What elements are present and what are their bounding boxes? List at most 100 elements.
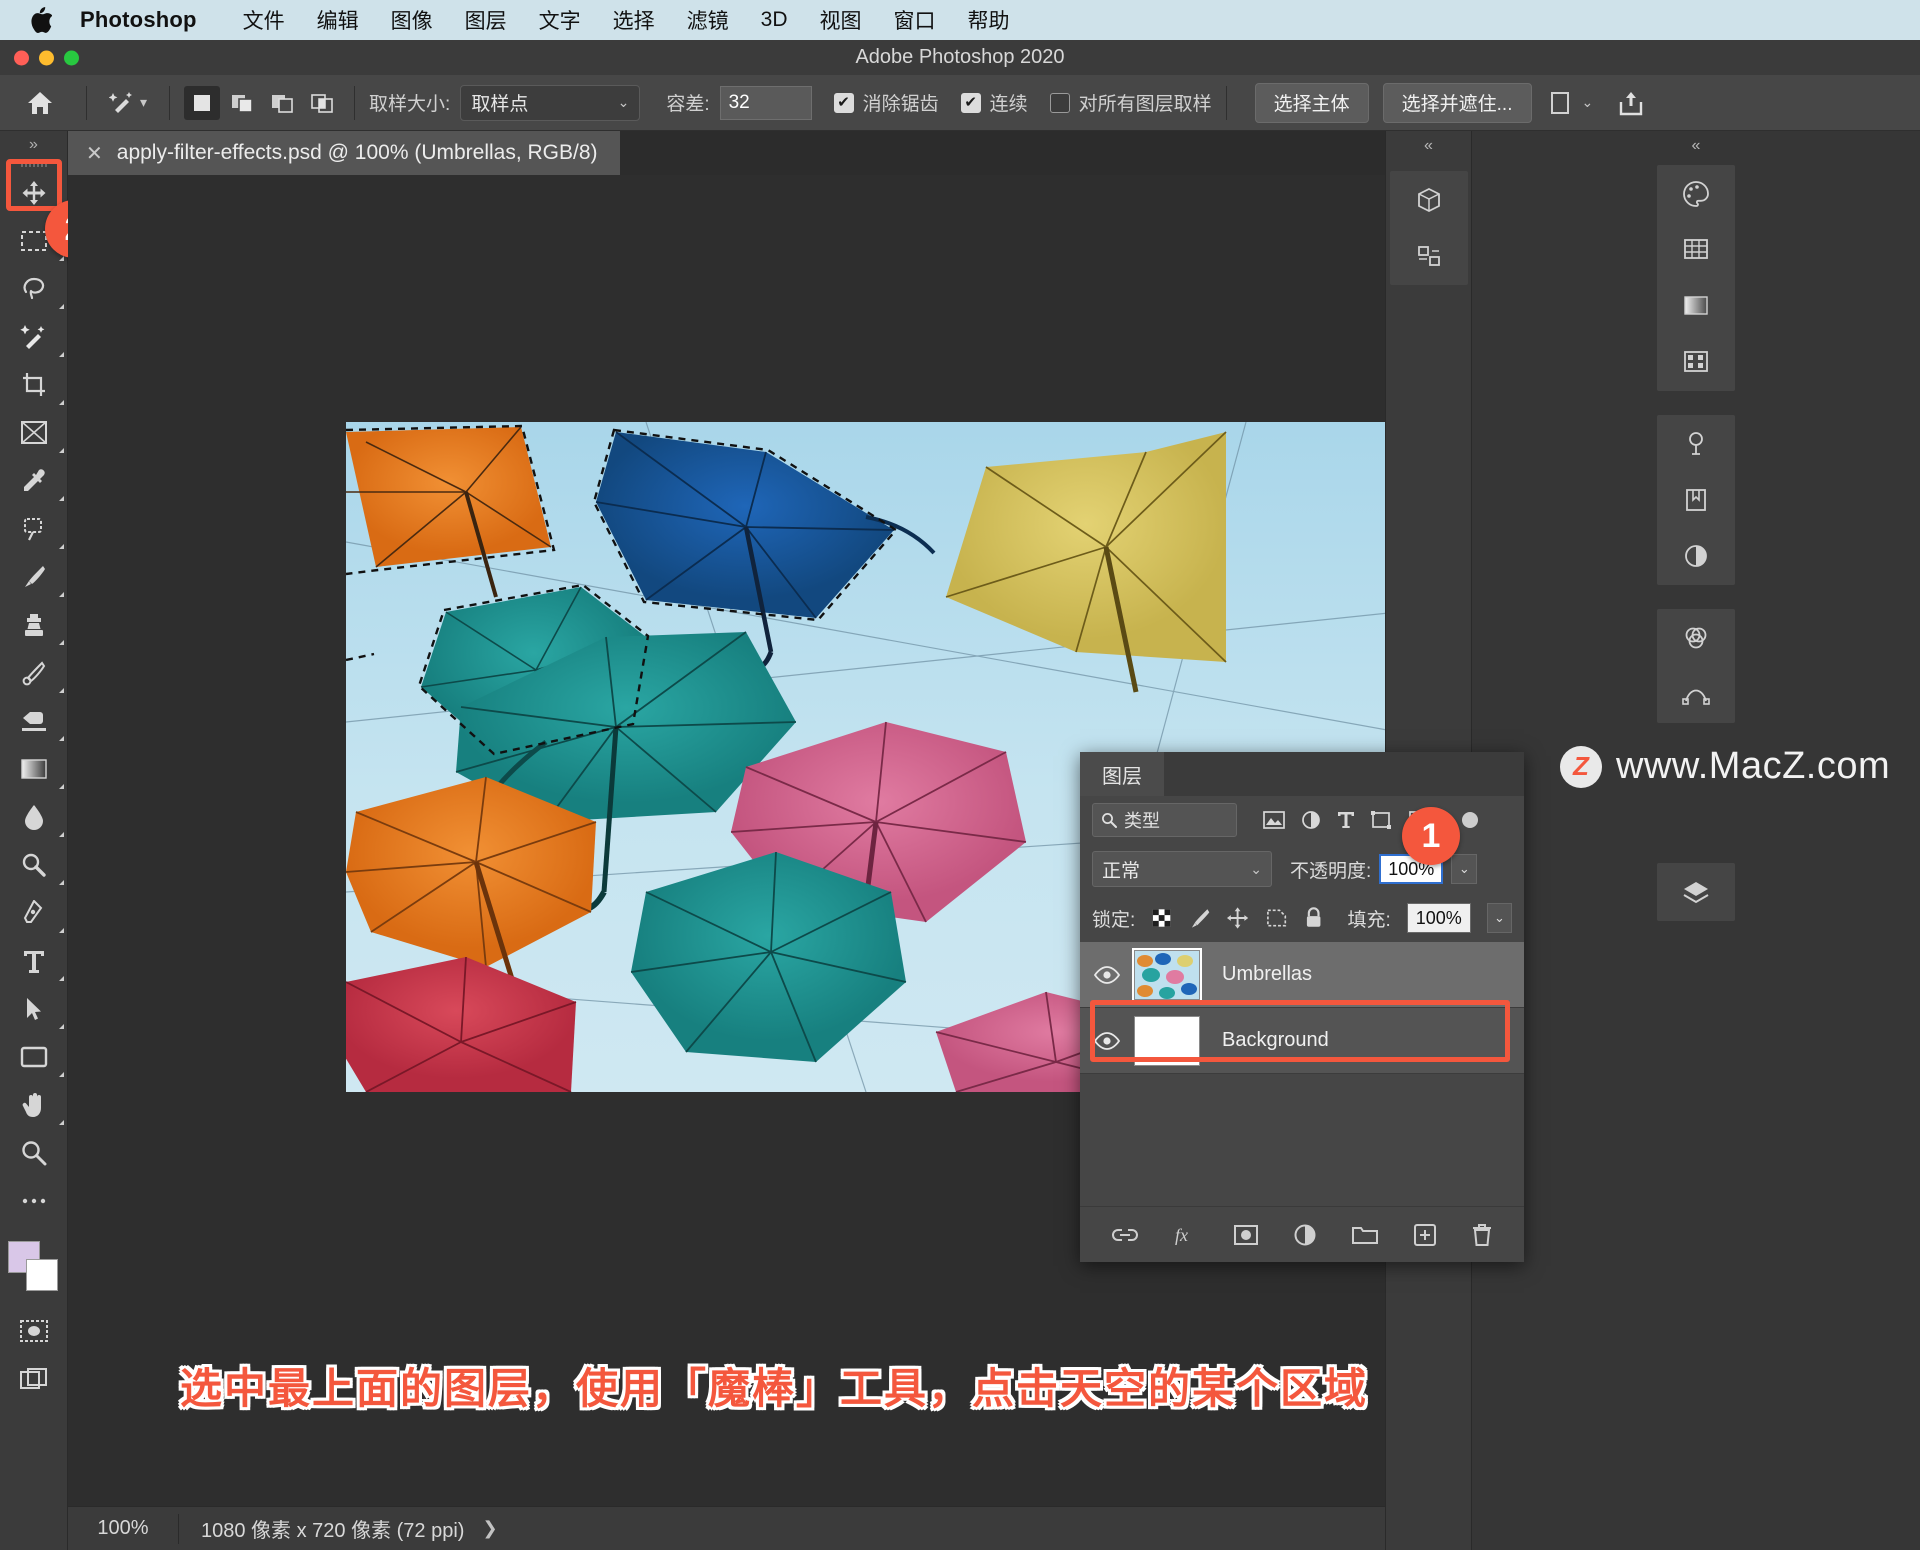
path-selection-tool[interactable]	[0, 985, 68, 1033]
menu-layer[interactable]: 图层	[449, 5, 523, 35]
pen-tool[interactable]	[0, 889, 68, 937]
filter-toggle-icon[interactable]	[1461, 810, 1479, 830]
lock-all-icon[interactable]	[1304, 906, 1323, 930]
status-zoom-level[interactable]: 100%	[68, 1517, 178, 1540]
horizontal-type-tool[interactable]	[0, 937, 68, 985]
tab-layers[interactable]: 图层	[1080, 752, 1164, 796]
lock-transparent-pixels-icon[interactable]	[1151, 907, 1172, 929]
zoom-tool[interactable]	[0, 1129, 68, 1177]
libraries-panel-icon[interactable]	[1675, 479, 1717, 521]
close-window-button[interactable]	[14, 50, 29, 65]
sample-all-layers-checkbox[interactable]: 对所有图层取样	[1050, 89, 1212, 116]
add-to-selection-button[interactable]	[224, 86, 260, 120]
layers-panel-icon[interactable]	[1675, 871, 1717, 913]
paths-panel-icon[interactable]	[1675, 673, 1717, 715]
blend-mode-select[interactable]: 正常 ⌄	[1092, 851, 1272, 887]
maximize-window-button[interactable]	[64, 50, 79, 65]
more-tools-button[interactable]	[0, 1177, 68, 1225]
select-subject-button[interactable]: 选择主体	[1255, 83, 1369, 123]
opacity-stepper[interactable]: ⌄	[1451, 854, 1477, 884]
workspace-icon[interactable]	[1548, 90, 1572, 116]
menu-image[interactable]: 图像	[375, 5, 449, 35]
menu-file[interactable]: 文件	[227, 5, 301, 35]
layer-visibility-toggle[interactable]	[1080, 1032, 1134, 1050]
quick-mask-toggle[interactable]	[0, 1307, 68, 1355]
history-brush-tool[interactable]	[0, 649, 68, 697]
patterns-panel-icon[interactable]	[1675, 341, 1717, 383]
blur-tool[interactable]	[0, 793, 68, 841]
menu-edit[interactable]: 编辑	[301, 5, 375, 35]
sample-size-select[interactable]: 取样点 ⌄	[460, 85, 640, 121]
layer-row-background[interactable]: Background	[1080, 1008, 1524, 1074]
menu-3d[interactable]: 3D	[745, 8, 804, 32]
lock-position-icon[interactable]	[1226, 906, 1249, 930]
swatches-panel-icon[interactable]	[1675, 229, 1717, 271]
menu-help[interactable]: 帮助	[952, 5, 1026, 35]
foreground-background-color-swatches[interactable]	[6, 1239, 62, 1295]
rectangle-tool[interactable]	[0, 1033, 68, 1081]
screen-mode-toggle[interactable]	[0, 1355, 68, 1403]
background-color-swatch[interactable]	[26, 1259, 58, 1291]
3d-panel-icon[interactable]	[1408, 179, 1450, 221]
menu-filter[interactable]: 滤镜	[671, 5, 745, 35]
shape-filter-icon[interactable]	[1371, 810, 1391, 830]
layer-row-umbrellas[interactable]: Umbrellas	[1080, 942, 1524, 1008]
home-icon[interactable]	[18, 83, 62, 123]
chevron-right-icon[interactable]: ❯	[482, 1518, 497, 1539]
close-icon[interactable]: ✕	[86, 141, 103, 166]
adjustments-panel-icon[interactable]	[1675, 423, 1717, 465]
lock-artboard-icon[interactable]	[1265, 907, 1288, 929]
collapse-tools-icon[interactable]: »	[0, 131, 67, 159]
color-panel-icon[interactable]	[1675, 173, 1717, 215]
lasso-tool[interactable]	[0, 265, 68, 313]
hand-tool[interactable]	[0, 1081, 68, 1129]
subtract-from-selection-button[interactable]	[264, 86, 300, 120]
brush-tool[interactable]	[0, 553, 68, 601]
type-filter-icon[interactable]	[1337, 810, 1355, 830]
frame-tool[interactable]	[0, 409, 68, 457]
magic-wand-tool[interactable]	[0, 313, 68, 361]
select-and-mask-button[interactable]: 选择并遮住...	[1383, 83, 1532, 123]
intersect-with-selection-button[interactable]	[304, 86, 340, 120]
apple-logo-icon[interactable]	[30, 7, 52, 33]
active-tool-button[interactable]: ▾	[101, 83, 155, 123]
lock-image-pixels-icon[interactable]	[1189, 907, 1210, 929]
new-group-icon[interactable]	[1351, 1224, 1379, 1246]
eraser-tool[interactable]	[0, 697, 68, 745]
tolerance-input[interactable]: 32	[720, 86, 812, 120]
collapse-dock-icon[interactable]: «	[1386, 131, 1471, 161]
channels-panel-icon[interactable]	[1675, 617, 1717, 659]
pixel-filter-icon[interactable]	[1263, 810, 1285, 830]
new-adjustment-layer-icon[interactable]	[1293, 1223, 1317, 1247]
panel-grip[interactable]	[0, 159, 67, 169]
menu-select[interactable]: 选择	[597, 5, 671, 35]
dodge-tool[interactable]	[0, 841, 68, 889]
add-layer-mask-icon[interactable]	[1233, 1224, 1259, 1246]
spot-healing-brush-tool[interactable]	[0, 505, 68, 553]
eyedropper-tool[interactable]	[0, 457, 68, 505]
layer-style-fx-icon[interactable]: fx	[1173, 1223, 1199, 1247]
gradients-panel-icon[interactable]	[1675, 285, 1717, 327]
fill-input[interactable]: 100%	[1407, 903, 1471, 933]
menu-window[interactable]: 窗口	[878, 5, 952, 35]
share-icon[interactable]	[1617, 89, 1645, 117]
contiguous-checkbox[interactable]: ✔ 连续	[961, 89, 1028, 116]
chevron-down-icon[interactable]: ⌄	[1582, 94, 1594, 111]
antialias-checkbox[interactable]: ✔ 消除锯齿	[834, 89, 939, 116]
mac-app-name[interactable]: Photoshop	[80, 7, 197, 33]
clone-stamp-tool[interactable]	[0, 601, 68, 649]
minimize-window-button[interactable]	[39, 50, 54, 65]
document-tab[interactable]: ✕ apply-filter-effects.psd @ 100% (Umbre…	[68, 131, 620, 175]
new-layer-icon[interactable]	[1413, 1223, 1437, 1247]
properties-panel-icon[interactable]	[1675, 535, 1717, 577]
layer-visibility-toggle[interactable]	[1080, 966, 1134, 984]
crop-tool[interactable]	[0, 361, 68, 409]
timeline-panel-icon[interactable]	[1408, 235, 1450, 277]
menu-view[interactable]: 视图	[804, 5, 878, 35]
link-layers-icon[interactable]	[1111, 1225, 1139, 1245]
collapse-dock-icon-2[interactable]: «	[1472, 131, 1920, 161]
new-selection-button[interactable]	[184, 86, 220, 120]
fill-stepper[interactable]: ⌄	[1487, 903, 1512, 933]
menu-type[interactable]: 文字	[523, 5, 597, 35]
gradient-tool[interactable]	[0, 745, 68, 793]
